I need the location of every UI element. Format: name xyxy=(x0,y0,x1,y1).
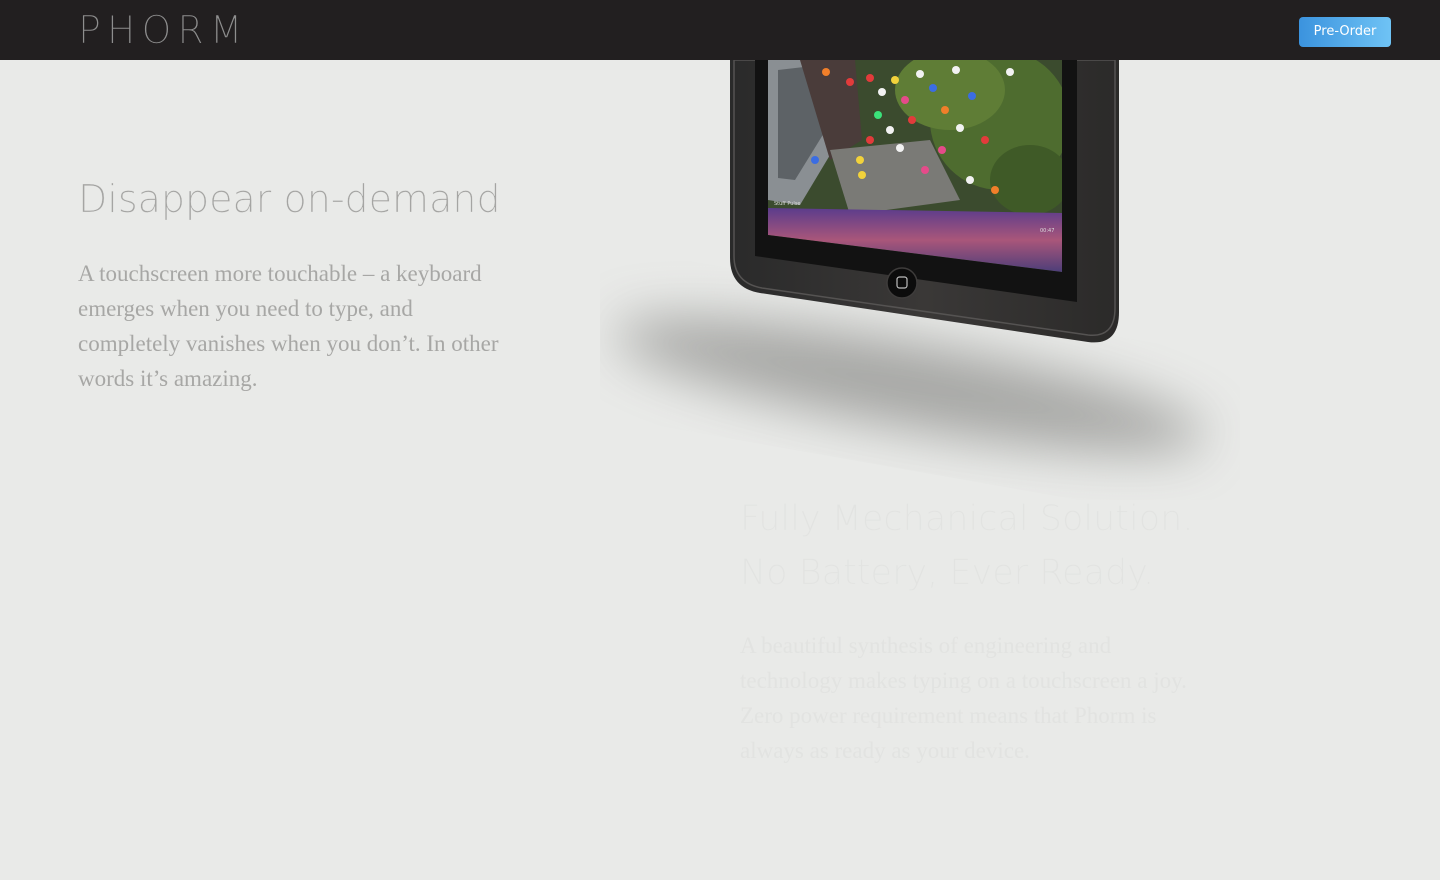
home-button-icon xyxy=(886,267,918,299)
screen-status-left: Stuff Pulse xyxy=(774,201,801,207)
section-body-mechanical: A beautiful synthesis of engineering and… xyxy=(740,633,1187,763)
section-title-line1: Fully Mechanical Solution. xyxy=(740,499,1194,539)
tablet-shadow xyxy=(614,318,1206,452)
pre-order-button[interactable]: Pre-Order xyxy=(1299,17,1391,47)
screen-status-time: 00:47 xyxy=(1040,228,1054,234)
logo[interactable]: PHORM xyxy=(78,8,249,53)
tablet-device-illustration: Stuff Pulse 00:47 xyxy=(600,0,1240,500)
top-bar: PHORM Pre-Order xyxy=(0,0,1440,60)
tablet-image: Stuff Pulse 00:47 xyxy=(614,59,1206,452)
section-title-mechanical: Fully Mechanical Solution. No Battery, E… xyxy=(740,492,1300,600)
section-body-disappear: A touchscreen more touchable – a keyboar… xyxy=(78,261,499,391)
section-title-line2: No Battery, Ever Ready. xyxy=(740,553,1155,593)
section-title-disappear: Disappear on-demand xyxy=(78,177,501,221)
